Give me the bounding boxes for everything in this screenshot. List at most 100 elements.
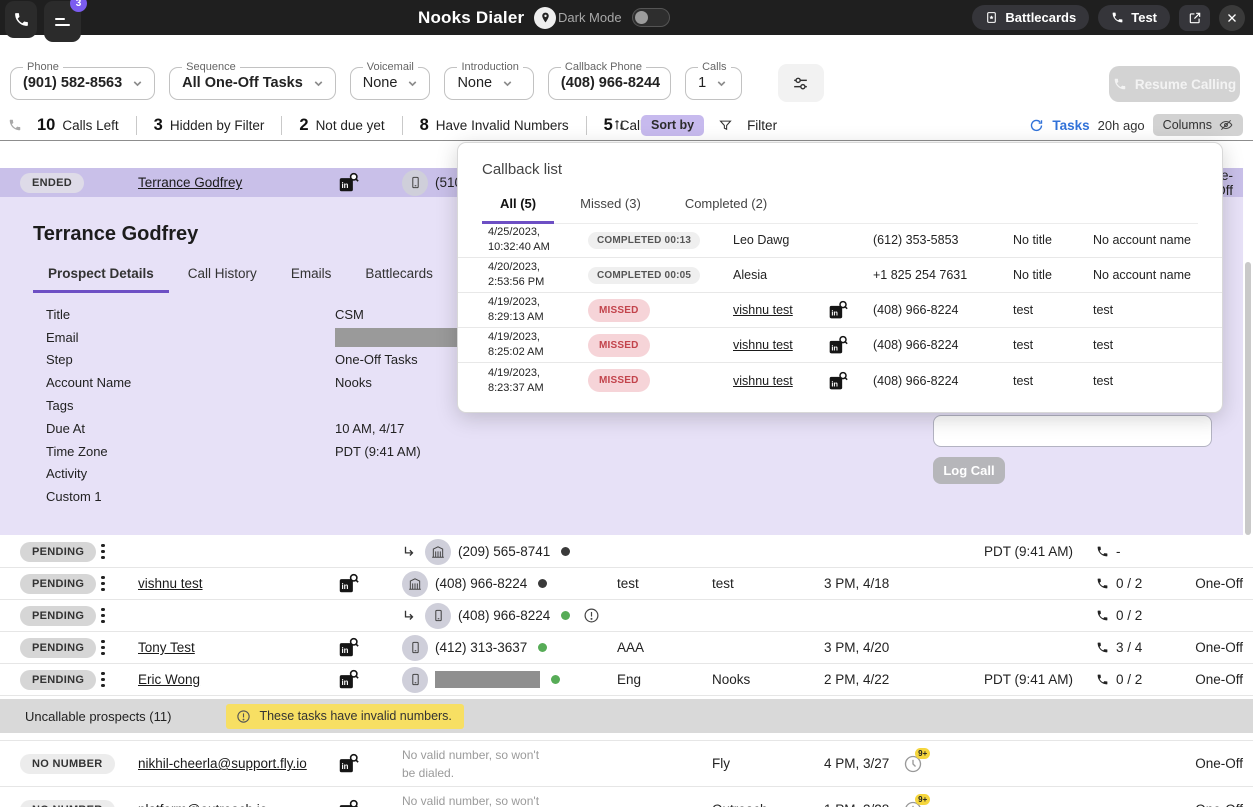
status-badge: PENDING	[20, 637, 97, 658]
callback-row[interactable]: 4/25/2023, 10:32:40 AM COMPLETED 00:13 Le…	[458, 223, 1222, 258]
office-phone-icon[interactable]	[402, 570, 428, 597]
linkedin-search-icon[interactable]: in	[828, 300, 873, 320]
chevron-down-icon	[406, 77, 419, 90]
dialer-settings-button[interactable]	[777, 64, 824, 102]
tab-all-callbacks[interactable]: All (5)	[482, 187, 555, 224]
pop-out-button[interactable]	[1179, 4, 1210, 31]
callback-row[interactable]: 4/19/2023, 8:23:37 AM MISSED vishnu test …	[458, 363, 1222, 398]
callback-row[interactable]: 4/20/2023, 2:53:56 PM COMPLETED 00:05 Ale…	[458, 258, 1222, 293]
log-call-button[interactable]: Log Call	[933, 457, 1005, 484]
tab-completed-callbacks[interactable]: Completed (2)	[667, 187, 785, 224]
introduction-select[interactable]: Introduction None	[444, 61, 534, 100]
refresh-icon[interactable]	[1029, 118, 1044, 133]
prospect-email-link[interactable]: platform@outreach.io	[138, 802, 267, 807]
svg-text:in: in	[831, 343, 838, 352]
voicemail-select[interactable]: Voicemail None	[349, 61, 431, 100]
task-row[interactable]: NO NUMBER nikhil-cheerla@support.fly.io …	[0, 740, 1253, 786]
sort-arrows-icon[interactable]	[612, 117, 627, 133]
calls-select[interactable]: Calls 1	[685, 61, 742, 100]
phone-icon	[8, 118, 22, 132]
linkedin-search-icon[interactable]: in	[338, 799, 378, 807]
sequence-select[interactable]: Sequence All One-Off Tasks	[169, 61, 336, 100]
linkedin-search-icon[interactable]: in	[338, 573, 378, 594]
field-tags: Tags	[46, 394, 507, 417]
row-menu-button[interactable]	[96, 607, 110, 624]
task-row[interactable]: PENDING Tony Test in (412) 313-3637 AAA …	[0, 632, 1253, 664]
linkedin-search-icon[interactable]: in	[828, 371, 873, 391]
battlecards-button[interactable]: Battlecards	[972, 5, 1090, 30]
callback-name-link[interactable]: vishnu test	[733, 338, 793, 352]
field-value: PDT (9:41 AM)	[335, 443, 421, 459]
linkedin-search-icon[interactable]: in	[338, 172, 378, 193]
callback-row[interactable]: 4/19/2023, 8:25:02 AM MISSED vishnu test …	[458, 328, 1222, 363]
filter-funnel-icon[interactable]	[718, 118, 733, 133]
warning-circle-icon[interactable]	[583, 607, 600, 624]
chevron-down-icon	[501, 77, 514, 90]
mobile-phone-icon[interactable]	[402, 634, 428, 661]
call-notes-input[interactable]	[933, 415, 1212, 447]
callback-row[interactable]: 4/19/2023, 8:29:13 AM MISSED vishnu test …	[458, 293, 1222, 328]
linkedin-search-icon[interactable]: in	[338, 637, 378, 658]
resume-calling-button[interactable]: Resume Calling	[1109, 66, 1240, 102]
callback-account: test	[1093, 338, 1114, 352]
mobile-phone-icon[interactable]	[425, 602, 451, 629]
nooks-dialer-app: 3 Nooks Dialer Dark Mode Battlecards Tes…	[0, 0, 1253, 807]
callback-title: test	[1013, 303, 1034, 317]
prospect-name-link[interactable]: Tony Test	[138, 640, 195, 655]
callback-name: Leo Dawg	[733, 233, 790, 247]
tab-prospect-details[interactable]: Prospect Details	[33, 258, 169, 293]
test-call-button[interactable]: Test	[1098, 5, 1170, 30]
title-cell: test	[617, 576, 639, 591]
prospect-email-link[interactable]: nikhil-cheerla@support.fly.io	[138, 756, 307, 771]
tasks-refresh-link[interactable]: Tasks	[1052, 118, 1089, 133]
dialer-phone-button[interactable]	[5, 1, 37, 38]
callback-name-link[interactable]: vishnu test	[733, 303, 793, 317]
task-row[interactable]: PENDING (408) 966-8224 0 / 2	[0, 600, 1253, 632]
prospect-name-link[interactable]: Terrance Godfrey	[138, 175, 242, 190]
tab-battlecards[interactable]: Battlecards	[350, 258, 448, 293]
status-badge: PENDING	[20, 541, 97, 562]
tab-emails[interactable]: Emails	[276, 258, 347, 293]
mobile-phone-icon[interactable]	[402, 666, 428, 693]
task-row[interactable]: PENDING (209) 565-8741 PDT (9:41 AM) -	[0, 536, 1253, 568]
dark-mode-toggle[interactable]	[631, 8, 670, 27]
prospect-name-link[interactable]: Eric Wong	[138, 672, 200, 687]
row-menu-button[interactable]	[96, 575, 110, 592]
columns-button[interactable]: Columns	[1152, 114, 1243, 136]
callback-datetime: 4/20/2023, 2:53:56 PM	[488, 261, 545, 288]
callback-phone-field[interactable]: Callback Phone (408) 966-8244	[547, 61, 672, 100]
office-phone-icon[interactable]	[425, 538, 451, 565]
field-account-name: Account Name Nooks	[46, 371, 507, 394]
task-row[interactable]: PENDING Eric Wong in Eng Nooks 2 PM, 4/2…	[0, 664, 1253, 696]
stat-label: Not due yet	[315, 117, 385, 133]
task-row[interactable]: PENDING vishnu test in (408) 966-8224 te…	[0, 568, 1253, 600]
callback-list-popup: Callback list All (5) Missed (3) Complet…	[457, 142, 1223, 413]
due-cell: 3 PM, 4/18	[824, 576, 890, 591]
filter-button[interactable]: Filter	[747, 118, 777, 133]
close-button[interactable]	[1219, 4, 1245, 31]
prospect-name-link[interactable]: vishnu test	[138, 576, 203, 591]
linkedin-search-icon[interactable]: in	[338, 669, 378, 690]
svg-text:in: in	[342, 678, 349, 687]
row-menu-button[interactable]	[96, 639, 110, 656]
call-count: 3 / 4	[1116, 640, 1143, 655]
linkedin-search-icon[interactable]: in	[828, 335, 873, 355]
sort-by-button[interactable]: Sort by	[641, 114, 705, 136]
tab-missed-callbacks[interactable]: Missed (3)	[562, 187, 659, 224]
phone-select[interactable]: Phone (901) 582-8563	[10, 61, 156, 100]
stat-not-due-yet: 2 Not due yet	[299, 116, 384, 135]
field-label: Tags	[46, 398, 74, 414]
row-menu-button[interactable]	[96, 671, 110, 688]
row-menu-button[interactable]	[96, 543, 110, 560]
overdue-clock-icon: 9+	[903, 793, 931, 807]
mobile-phone-icon[interactable]	[402, 169, 428, 196]
tab-call-history[interactable]: Call History	[173, 258, 272, 293]
callback-name-link[interactable]: vishnu test	[733, 374, 793, 388]
task-list-button[interactable]: 3	[44, 0, 87, 42]
uncallable-section-header: Uncallable prospects (11) These tasks ha…	[0, 699, 1253, 733]
invalid-numbers-warning: These tasks have invalid numbers.	[226, 703, 464, 729]
field-activity: Activity	[46, 463, 507, 486]
task-row[interactable]: NO NUMBER platform@outreach.io in No val…	[0, 786, 1253, 807]
linkedin-search-icon[interactable]: in	[338, 753, 378, 774]
vertical-scrollbar[interactable]	[1245, 262, 1251, 535]
